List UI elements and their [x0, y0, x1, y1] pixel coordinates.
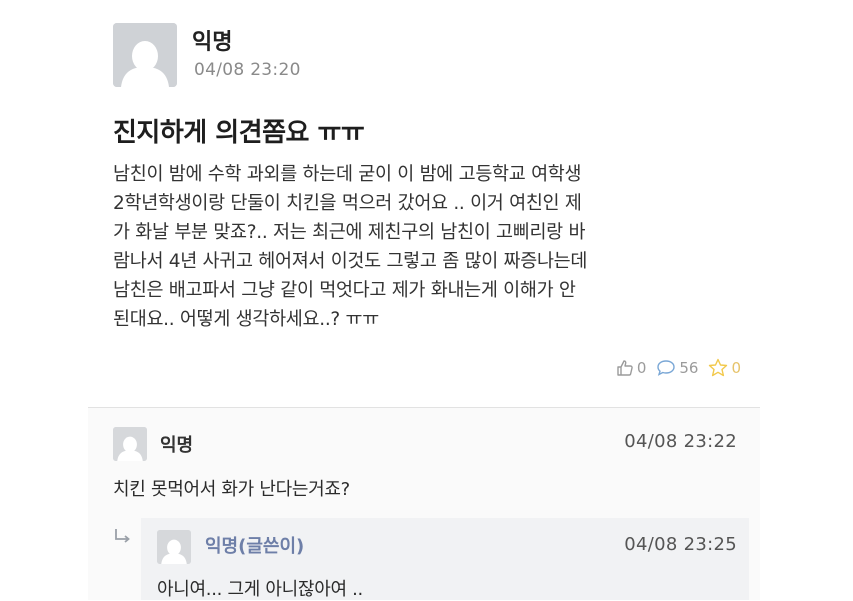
comment-count: 56: [679, 358, 699, 377]
avatar-icon: [157, 530, 191, 564]
comment-timestamp: 04/08 23:22: [624, 431, 737, 452]
post-body-line: 남친은 배고파서 그냥 같이 먹엇다고 제가 화내는게 이해가 안: [113, 280, 576, 301]
post-body-line: 람나서 4년 사귀고 헤어져서 이것도 그렇고 좀 많이 짜증나는데: [113, 251, 588, 272]
avatar-icon: [113, 23, 177, 87]
like-count: 0: [636, 358, 647, 377]
post-body: 남친이 밤에 수학 과외를 하는데 굳이 이 밤에 고등학교 여학생 2학년학생…: [113, 160, 753, 334]
post-author-avatar: [113, 23, 177, 87]
reply-arrow-icon: [115, 529, 130, 543]
post-body-line: 된대요.. 어떻게 생각하세요..? ㅠㅠ: [113, 309, 379, 330]
post-reactions: 0 56 0: [606, 358, 741, 377]
post-author-name: 익명: [192, 30, 233, 55]
scrap-star-icon: [709, 358, 728, 377]
scrap-count: 0: [731, 358, 741, 377]
post-title: 진지하게 의견쫌요 ㅠㅠ: [113, 118, 365, 148]
comment-icon: [657, 359, 676, 376]
reply-text: 아니여... 그게 아니잖아여 ..: [157, 579, 363, 600]
comment-text: 치킨 못먹어서 화가 난다는거죠?: [113, 479, 350, 500]
comment-button[interactable]: 56: [656, 359, 698, 377]
like-button[interactable]: 0: [616, 358, 647, 377]
like-icon: [617, 359, 633, 376]
avatar-icon: [113, 427, 147, 461]
scrap-button[interactable]: 0: [708, 358, 741, 377]
post-timestamp: 04/08 23:20: [194, 60, 301, 80]
comment-author: 익명: [160, 435, 194, 456]
reply-author: 익명(글쓴이): [205, 536, 305, 557]
post-body-line: 2학년학생이랑 단둘이 치킨을 먹으러 갔어요 .. 이거 여친인 제: [113, 193, 582, 214]
comment-avatar: [113, 427, 147, 461]
post-body-line: 남친이 밤에 수학 과외를 하는데 굳이 이 밤에 고등학교 여학생: [113, 164, 582, 185]
post-body-line: 가 화날 부분 맞죠?.. 저는 최근에 제친구의 남친이 고삐리랑 바: [113, 222, 586, 243]
reply-timestamp: 04/08 23:25: [624, 534, 737, 555]
reply-avatar: [157, 530, 191, 564]
